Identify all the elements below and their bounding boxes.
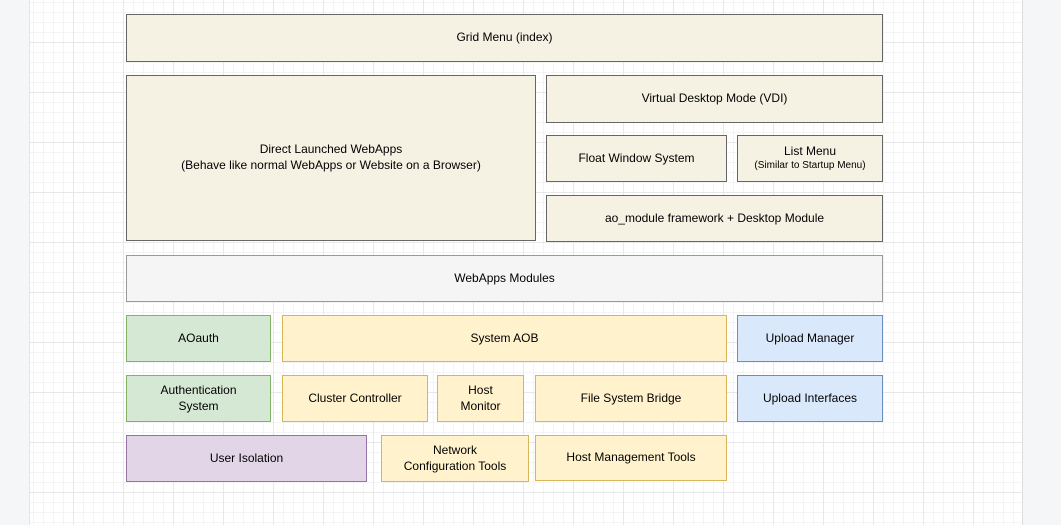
grid-menu-node-label: Grid Menu (index) <box>456 30 552 46</box>
host-management-tools-node-label: Host Management Tools <box>566 450 695 466</box>
direct-launched-webapps-node-label: Direct Launched WebApps (Behave like nor… <box>181 142 481 173</box>
list-menu-node-label: List Menu <box>784 144 836 160</box>
virtual-desktop-mode-node-label: Virtual Desktop Mode (VDI) <box>642 91 788 107</box>
host-monitor-node-label: Host Monitor <box>460 383 500 414</box>
diagram-nodes-layer: Grid Menu (index) Direct Launched WebApps… <box>0 0 1061 525</box>
webapps-modules-node[interactable]: WebApps Modules <box>126 255 883 302</box>
ao-module-framework-node-label: ao_module framework + Desktop Module <box>605 211 824 227</box>
direct-launched-webapps-node[interactable]: Direct Launched WebApps (Behave like nor… <box>126 75 536 241</box>
host-monitor-node[interactable]: Host Monitor <box>437 375 524 422</box>
cluster-controller-node-label: Cluster Controller <box>308 391 401 407</box>
network-configuration-tools-node-label: Network Configuration Tools <box>404 443 507 474</box>
upload-interfaces-node[interactable]: Upload Interfaces <box>737 375 883 422</box>
user-isolation-node[interactable]: User Isolation <box>126 435 367 482</box>
user-isolation-node-label: User Isolation <box>210 451 283 467</box>
aoauth-node-label: AOauth <box>178 331 219 347</box>
page: Grid Menu (index) Direct Launched WebApps… <box>0 0 1061 525</box>
system-aob-node[interactable]: System AOB <box>282 315 727 362</box>
system-aob-node-label: System AOB <box>470 331 538 347</box>
authentication-system-node-label: Authentication System <box>160 383 236 414</box>
ao-module-framework-node[interactable]: ao_module framework + Desktop Module <box>546 195 883 242</box>
list-menu-node[interactable]: List Menu(Similar to Startup Menu) <box>737 135 883 182</box>
file-system-bridge-node[interactable]: File System Bridge <box>535 375 727 422</box>
upload-manager-node[interactable]: Upload Manager <box>737 315 883 362</box>
virtual-desktop-mode-node[interactable]: Virtual Desktop Mode (VDI) <box>546 75 883 123</box>
cluster-controller-node[interactable]: Cluster Controller <box>282 375 428 422</box>
float-window-system-node-label: Float Window System <box>578 151 694 167</box>
file-system-bridge-node-label: File System Bridge <box>581 391 682 407</box>
authentication-system-node[interactable]: Authentication System <box>126 375 271 422</box>
aoauth-node[interactable]: AOauth <box>126 315 271 362</box>
float-window-system-node[interactable]: Float Window System <box>546 135 727 182</box>
grid-menu-node[interactable]: Grid Menu (index) <box>126 14 883 62</box>
host-management-tools-node[interactable]: Host Management Tools <box>535 435 727 481</box>
network-configuration-tools-node[interactable]: Network Configuration Tools <box>381 435 529 482</box>
upload-manager-node-label: Upload Manager <box>766 331 855 347</box>
webapps-modules-node-label: WebApps Modules <box>454 271 555 287</box>
list-menu-node-sublabel: (Similar to Startup Menu) <box>754 160 865 173</box>
upload-interfaces-node-label: Upload Interfaces <box>763 391 857 407</box>
